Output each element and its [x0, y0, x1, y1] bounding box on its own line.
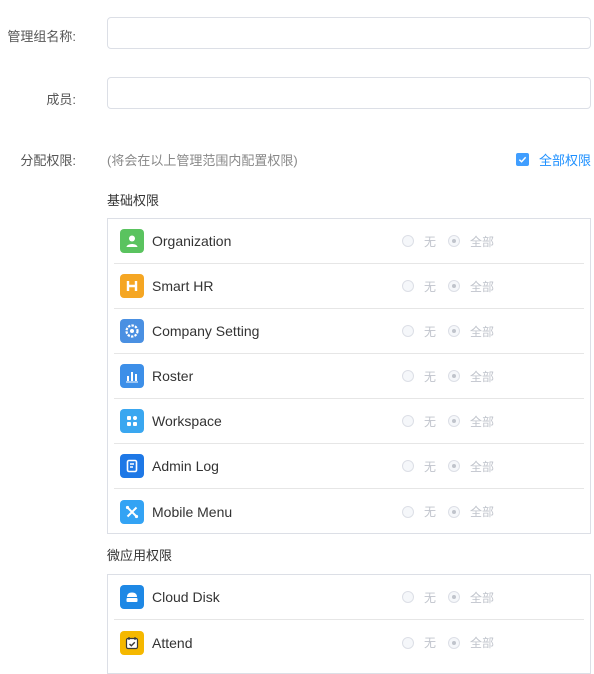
radio-all-label: 全部	[469, 459, 494, 474]
list-item: Organization 无 全部	[114, 219, 584, 264]
radio-all-label: 全部	[469, 369, 494, 384]
radio-all[interactable]	[447, 325, 460, 337]
app-name: Cloud Disk	[152, 589, 220, 605]
tools-icon	[120, 499, 144, 524]
radio-all[interactable]	[447, 505, 460, 518]
radio-all[interactable]	[447, 280, 460, 292]
radio-none-label: 无	[423, 414, 436, 429]
permission-options: 无 全部	[401, 278, 506, 295]
app-name: Smart HR	[152, 278, 214, 294]
radio-all-label: 全部	[469, 324, 494, 339]
list-item: Mobile Menu 无 全部	[114, 489, 584, 534]
permission-options: 无 全部	[401, 503, 506, 520]
radio-all-label: 全部	[469, 234, 494, 249]
calendar-check-icon	[120, 630, 144, 655]
radio-none[interactable]	[401, 415, 414, 427]
app-name: Company Setting	[152, 323, 260, 339]
radio-none-label: 无	[423, 590, 436, 605]
radio-none-label: 无	[423, 369, 436, 384]
app-name: Organization	[152, 233, 232, 249]
radio-none[interactable]	[401, 505, 414, 518]
basic-permissions-list: Organization 无 全部 Smart HR 无 全部 Company …	[107, 218, 591, 534]
list-item: Smart HR 无 全部	[114, 264, 584, 309]
radio-none-label: 无	[423, 324, 436, 339]
radio-all[interactable]	[447, 636, 460, 649]
permission-options: 无 全部	[401, 458, 506, 475]
gear-icon	[120, 319, 144, 343]
bar-chart-icon	[120, 364, 144, 388]
radio-none[interactable]	[401, 636, 414, 649]
members-label: 成员:	[46, 92, 76, 107]
radio-none[interactable]	[401, 325, 414, 337]
radio-all[interactable]	[447, 235, 460, 247]
radio-none-label: 无	[423, 279, 436, 294]
radio-none-label: 无	[423, 636, 436, 650]
radio-none[interactable]	[401, 591, 414, 603]
document-icon	[120, 454, 144, 478]
select-all-label: 全部权限	[538, 153, 591, 168]
radio-all[interactable]	[447, 591, 460, 603]
members-input[interactable]	[107, 77, 591, 109]
cloud-disk-icon	[120, 585, 144, 609]
radio-all-label: 全部	[469, 414, 494, 429]
micro-app-permissions-list: Cloud Disk 无 全部 Attend 无 全部	[107, 574, 591, 674]
app-name: Attend	[152, 634, 193, 651]
group-name-label: 管理组名称:	[7, 29, 76, 44]
list-item: Attend 无 全部	[114, 620, 584, 665]
radio-all-label: 全部	[469, 279, 494, 294]
radio-all-label: 全部	[469, 590, 494, 605]
radio-none[interactable]	[401, 280, 414, 292]
permission-options: 无 全部	[401, 589, 506, 606]
checkbox-checked-icon	[515, 153, 529, 166]
radio-none-label: 无	[423, 234, 436, 249]
permission-options: 无 全部	[401, 634, 506, 651]
permissions-label: 分配权限:	[20, 153, 76, 168]
list-item: Roster 无 全部	[114, 354, 584, 399]
grid-icon	[120, 409, 144, 433]
radio-none-label: 无	[423, 459, 436, 474]
radio-none[interactable]	[401, 370, 414, 382]
app-name: Mobile Menu	[152, 503, 233, 520]
hr-icon	[120, 274, 144, 298]
radio-none[interactable]	[401, 460, 414, 472]
radio-all[interactable]	[447, 460, 460, 472]
list-item: Cloud Disk 无 全部	[114, 575, 584, 620]
radio-all-label: 全部	[469, 636, 494, 650]
radio-none-label: 无	[423, 505, 436, 519]
person-icon	[120, 229, 144, 253]
permission-options: 无 全部	[401, 323, 506, 340]
permission-options: 无 全部	[401, 368, 506, 385]
list-item: Company Setting 无 全部	[114, 309, 584, 354]
permissions-hint: (将会在以上管理范围内配置权限)	[107, 153, 298, 168]
permission-options: 无 全部	[401, 413, 506, 430]
list-item: Workspace 无 全部	[114, 399, 584, 444]
basic-permissions-title: 基础权限	[107, 193, 160, 208]
micro-app-permissions-title: 微应用权限	[107, 548, 173, 563]
radio-all-label: 全部	[469, 505, 494, 519]
group-name-input[interactable]	[107, 17, 591, 49]
list-item: Admin Log 无 全部	[114, 444, 584, 489]
app-name: Workspace	[152, 413, 222, 429]
radio-none[interactable]	[401, 235, 414, 247]
radio-all[interactable]	[447, 370, 460, 382]
radio-all[interactable]	[447, 415, 460, 427]
app-name: Roster	[152, 368, 194, 384]
select-all-checkbox[interactable]: 全部权限	[515, 150, 591, 169]
app-name: Admin Log	[152, 458, 219, 474]
permission-options: 无 全部	[401, 233, 506, 250]
